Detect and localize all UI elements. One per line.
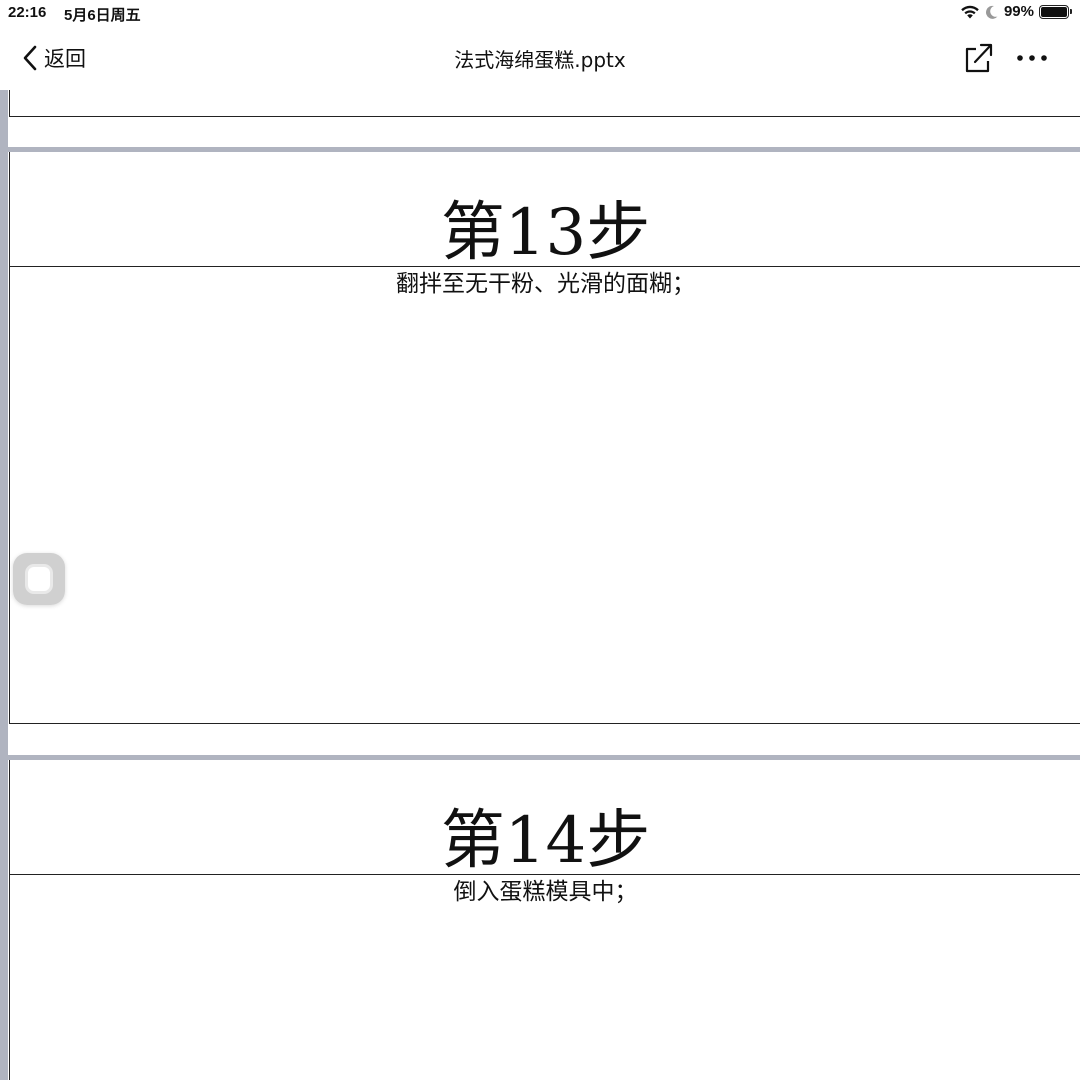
title-underline xyxy=(10,874,1080,875)
left-rail xyxy=(0,90,8,1080)
battery-percent: 99% xyxy=(1003,3,1034,20)
slide-title: 第13步 xyxy=(440,196,651,270)
share-icon xyxy=(965,43,993,73)
status-time: 22:16 xyxy=(8,4,47,21)
slide-text: 翻拌至无干粉、光滑的面糊； xyxy=(396,271,695,297)
status-indicators: 99% xyxy=(960,3,1072,20)
moon-icon xyxy=(985,5,998,19)
more-button[interactable] xyxy=(1012,40,1052,76)
slide-title: 第14步 xyxy=(440,804,651,878)
slide-text: 倒入蛋糕模具中； xyxy=(453,879,638,905)
more-icon xyxy=(1017,55,1047,61)
wifi-icon xyxy=(961,5,979,18)
status-bar: 22:16 5月6日周五 99% xyxy=(0,0,1080,26)
title-underline xyxy=(10,266,1080,267)
document-title: 法式海绵蛋糕.pptx xyxy=(454,48,626,72)
battery-tip xyxy=(1070,9,1072,14)
share-button[interactable] xyxy=(960,40,996,76)
slide-step-13[interactable]: 第13步 翻拌至无干粉、光滑的面糊； xyxy=(9,152,1080,724)
assistive-touch-icon xyxy=(28,567,50,591)
battery-icon xyxy=(1039,4,1069,19)
slide-bottom-border xyxy=(10,723,1080,724)
nav-bar: 返回 法式海绵蛋糕.pptx xyxy=(0,26,1080,90)
status-date: 5月6日周五 xyxy=(64,7,141,24)
document-viewer[interactable]: 第13步 翻拌至无干粉、光滑的面糊； 第14步 倒入蛋糕模具中； xyxy=(0,90,1080,1080)
previous-slide-bottom xyxy=(9,90,1080,117)
battery-level-fill xyxy=(1041,6,1067,17)
slide-step-14[interactable]: 第14步 倒入蛋糕模具中； xyxy=(9,760,1080,1080)
assistive-touch-button[interactable] xyxy=(13,553,65,605)
